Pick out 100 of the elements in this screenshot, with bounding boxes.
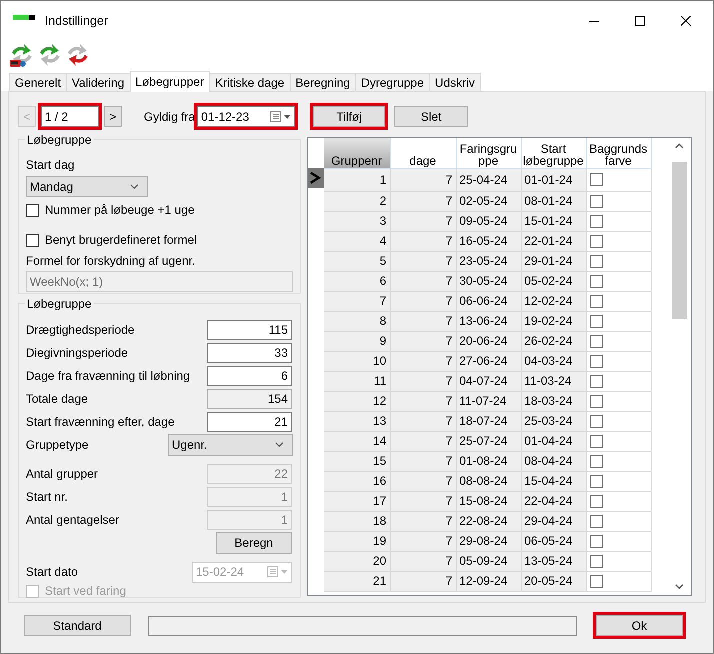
checkbox[interactable] bbox=[590, 354, 602, 368]
checkbox-label: Start ved faring bbox=[45, 584, 126, 598]
checkbox[interactable] bbox=[590, 454, 602, 468]
number-field[interactable]: 21 bbox=[207, 412, 292, 432]
table-cell: 7 bbox=[390, 391, 456, 411]
field-label: Gruppetype bbox=[26, 438, 89, 452]
column-header[interactable]: Baggrunds farve bbox=[586, 138, 651, 168]
checkbox[interactable] bbox=[26, 234, 39, 246]
table-cell: 7 bbox=[390, 271, 456, 291]
checkbox[interactable] bbox=[590, 394, 602, 408]
scrollbar-thumb[interactable] bbox=[672, 162, 687, 319]
table-cell: 2 bbox=[324, 191, 390, 211]
field-label: Dage fra fravænning til løbning bbox=[26, 369, 190, 383]
checkbox[interactable] bbox=[590, 474, 602, 488]
add-button[interactable]: Tilføj bbox=[313, 106, 386, 127]
number-field[interactable]: 115 bbox=[207, 320, 292, 340]
scroll-up-icon[interactable] bbox=[675, 143, 684, 149]
table-cell: 29-04-24 bbox=[521, 511, 586, 531]
date-field[interactable]: 01-12-23 bbox=[197, 106, 296, 127]
tab[interactable]: Beregning bbox=[290, 73, 356, 91]
table-cell: 9 bbox=[324, 331, 390, 351]
table-cell: 13 bbox=[324, 411, 390, 431]
arrows-vehicle-icon[interactable] bbox=[9, 43, 35, 69]
table-cell: 05-09-24 bbox=[456, 551, 521, 571]
checkbox[interactable] bbox=[590, 494, 602, 508]
start-day-dropdown[interactable]: Mandag bbox=[26, 176, 148, 197]
calendar-icon[interactable] bbox=[270, 110, 292, 122]
number-field[interactable]: 33 bbox=[207, 343, 292, 363]
number-field[interactable]: 6 bbox=[207, 366, 292, 386]
checkbox[interactable] bbox=[590, 173, 602, 186]
tab[interactable]: Udskriv bbox=[429, 73, 482, 91]
table-cell: 25-07-24 bbox=[456, 431, 521, 451]
calculate-button[interactable]: Beregn bbox=[216, 532, 292, 554]
checkbox[interactable] bbox=[590, 214, 602, 228]
checkbox[interactable] bbox=[590, 314, 602, 328]
column-header[interactable]: Faringsgruppe bbox=[456, 138, 521, 168]
table-cell: 7 bbox=[390, 531, 456, 551]
table-cell: 20-06-24 bbox=[456, 331, 521, 351]
table-cell: 13-06-24 bbox=[456, 311, 521, 331]
table-cell: 15-04-24 bbox=[521, 471, 586, 491]
field-label: Diegivningsperiode bbox=[26, 346, 128, 360]
table-cell: 22-04-24 bbox=[521, 491, 586, 511]
table-cell: 7 bbox=[390, 371, 456, 391]
checkbox-label: Benyt brugerdefineret formel bbox=[45, 233, 198, 247]
tab[interactable]: Dyregruppe bbox=[355, 73, 430, 91]
checkbox[interactable] bbox=[590, 234, 602, 248]
checkbox[interactable] bbox=[590, 334, 602, 348]
field-label: Antal grupper bbox=[26, 467, 98, 481]
table-cell: 16 bbox=[324, 471, 390, 491]
group-type-dropdown[interactable]: Ugenr. bbox=[168, 434, 293, 456]
table-cell: 19 bbox=[324, 531, 390, 551]
table-cell: 26-02-24 bbox=[521, 331, 586, 351]
checkbox[interactable] bbox=[590, 194, 602, 208]
table-cell: 08-04-24 bbox=[521, 451, 586, 471]
table-cell: 25-03-24 bbox=[521, 411, 586, 431]
checkbox[interactable] bbox=[590, 294, 602, 308]
table-cell: 15 bbox=[324, 451, 390, 471]
column-header[interactable]: Start løbegruppe bbox=[521, 138, 586, 168]
table-cell: 7 bbox=[390, 411, 456, 431]
default-button[interactable]: Standard bbox=[24, 615, 131, 636]
table-cell: 10 bbox=[324, 351, 390, 371]
tab[interactable]: Kritiske dage bbox=[209, 73, 291, 91]
checkbox[interactable] bbox=[590, 414, 602, 428]
table-cell: 04-03-24 bbox=[521, 351, 586, 371]
tab[interactable]: Validering bbox=[66, 73, 131, 91]
table-cell: 17 bbox=[324, 491, 390, 511]
checkbox[interactable] bbox=[590, 374, 602, 388]
table-cell: 7 bbox=[324, 291, 390, 311]
column-header[interactable]: Gruppenr bbox=[324, 138, 390, 168]
table-cell: 14 bbox=[324, 431, 390, 451]
close-icon bbox=[681, 16, 691, 26]
field-label: Antal gentagelser bbox=[26, 513, 120, 527]
checkbox[interactable] bbox=[590, 254, 602, 268]
checkbox-label: Nummer på løbeuge +1 uge bbox=[45, 203, 195, 217]
table-cell: 20 bbox=[324, 551, 390, 571]
caret-icon bbox=[275, 442, 284, 448]
checkbox[interactable] bbox=[590, 514, 602, 528]
checkbox[interactable] bbox=[26, 204, 39, 216]
table-cell: 18-03-24 bbox=[521, 391, 586, 411]
tab[interactable]: Generelt bbox=[9, 73, 68, 91]
checkbox[interactable] bbox=[590, 554, 602, 568]
delete-button[interactable]: Slet bbox=[394, 106, 468, 127]
tab[interactable]: Løbegrupper bbox=[130, 71, 210, 92]
checkbox[interactable] bbox=[590, 574, 602, 588]
table-cell: 7 bbox=[390, 351, 456, 371]
data-grid[interactable] bbox=[307, 137, 692, 596]
position-field[interactable]: 1 / 2 bbox=[41, 106, 99, 127]
ok-button[interactable]: Ok bbox=[596, 615, 683, 636]
table-cell: 18 bbox=[324, 511, 390, 531]
checkbox[interactable] bbox=[590, 434, 602, 448]
scroll-down-icon[interactable] bbox=[675, 584, 684, 590]
table-cell: 7 bbox=[390, 311, 456, 331]
table-cell: 1 bbox=[324, 168, 390, 191]
table-cell: 18-07-24 bbox=[456, 411, 521, 431]
next-button[interactable]: > bbox=[104, 106, 122, 127]
checkbox[interactable] bbox=[590, 274, 602, 288]
checkbox[interactable] bbox=[590, 534, 602, 548]
column-header[interactable]: dage bbox=[390, 138, 456, 168]
number-field: 1 bbox=[207, 487, 292, 507]
table-cell: 16-05-24 bbox=[456, 231, 521, 251]
